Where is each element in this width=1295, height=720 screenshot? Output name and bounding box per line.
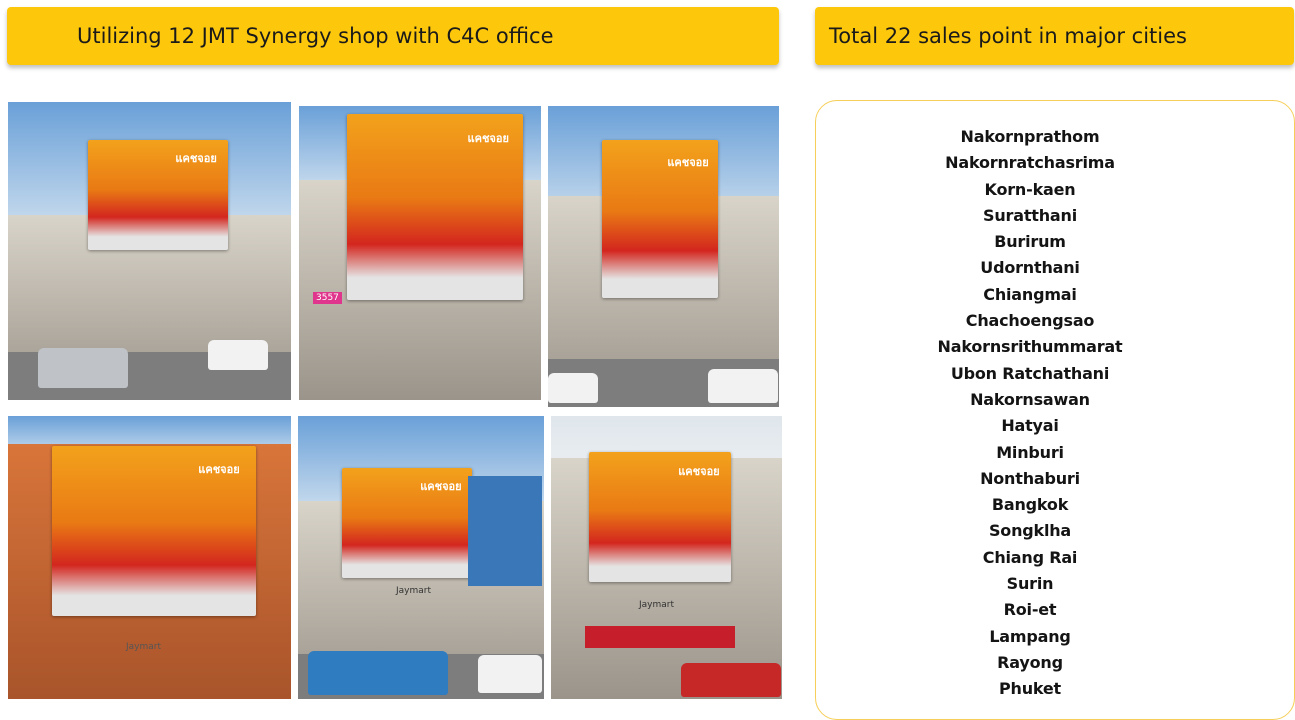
city-item: Songklha (988, 521, 1072, 541)
shop-photo-3: แคชจอย (548, 106, 779, 407)
city-item: Burirum (994, 232, 1066, 252)
jaymart-sign: Jaymart (126, 642, 162, 652)
city-item: Nakornsrithummarat (937, 337, 1123, 357)
shop-photo-6: แคชจอย Jaymart (551, 416, 782, 699)
billboard-text: แคชจอย (420, 479, 462, 493)
shop-photo-5: แคชจอย Jaymart (298, 416, 544, 699)
city-item: Hatyai (1001, 416, 1059, 436)
city-item: Suratthani (983, 205, 1077, 225)
city-item: Chachoengsao (965, 311, 1095, 331)
city-item: Chiang Rai (982, 547, 1078, 567)
shop-photo-4: แคชจอย Jaymart (8, 416, 291, 699)
city-item: Udornthani (980, 258, 1080, 278)
city-item: Nakornratchasrima (945, 153, 1115, 173)
city-item: Nakornsawan (970, 389, 1090, 409)
city-item: Ubon Ratchathani (950, 363, 1110, 383)
billboard-text: แคชจอย (467, 131, 509, 145)
city-item: Minburi (996, 442, 1064, 462)
city-item: Lampang (989, 626, 1071, 646)
shop-photo-2: แคชจอย 3557 (299, 106, 541, 400)
city-item: Surin (1006, 574, 1054, 594)
billboard-text: แคชจอย (198, 462, 240, 476)
city-item: Chiangmai (983, 284, 1077, 304)
phone-number-sign: 3557 (313, 292, 342, 304)
city-item: Rayong (997, 652, 1063, 672)
city-item: Roi-et (1003, 600, 1057, 620)
city-list: Nakornprathom Nakornratchasrima Korn-kaen S… (815, 124, 1245, 703)
city-item: Nakornprathom (960, 127, 1100, 146)
billboard-text: แคชจอย (667, 155, 709, 169)
city-item: Korn-kaen (984, 179, 1076, 199)
jaymart-sign: Jaymart (639, 600, 675, 610)
city-item: Bangkok (991, 495, 1069, 515)
shop-photo-1: แคชจอย (8, 102, 291, 400)
billboard-text: แคชจอย (175, 151, 217, 165)
shops-banner-title: Utilizing 12 JMT Synergy shop with C4C o… (77, 24, 554, 48)
shops-banner: Utilizing 12 JMT Synergy shop with C4C o… (7, 7, 779, 65)
sales-points-banner: Total 22 sales point in major cities (815, 7, 1294, 65)
sales-points-banner-title: Total 22 sales point in major cities (829, 24, 1187, 48)
billboard-text: แคชจอย (678, 465, 720, 479)
jaymart-sign: Jaymart (396, 586, 432, 596)
city-item: Nonthaburi (980, 468, 1080, 488)
